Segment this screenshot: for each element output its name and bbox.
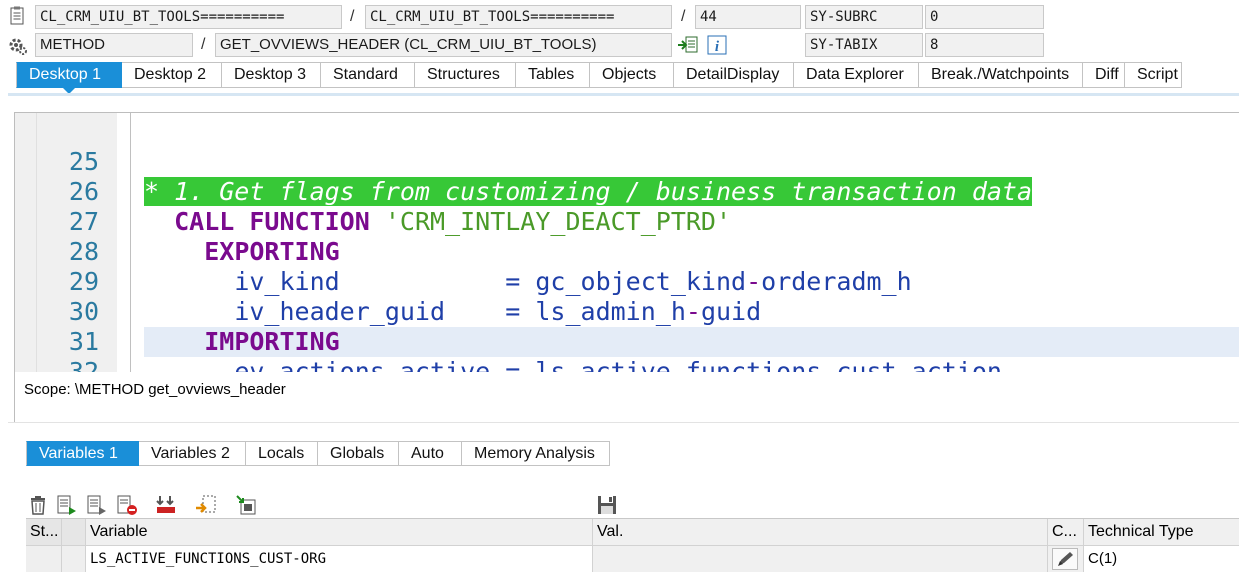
- tab-break-watchpoints[interactable]: Break./Watchpoints: [919, 62, 1083, 88]
- code-line[interactable]: 31 ev_actions_active = ls_active_functio…: [15, 297, 1239, 372]
- cell-status: [62, 546, 86, 572]
- event-name-field: GET_OVVIEWS_HEADER (CL_CRM_UIU_BT_TOOLS): [215, 33, 672, 57]
- info-icon[interactable]: i: [707, 35, 727, 55]
- separator: /: [681, 8, 686, 25]
- cell-change[interactable]: [1048, 546, 1084, 572]
- cell-technical-type: C(1): [1088, 550, 1118, 567]
- code-line[interactable]: 25 * 1. Get flags from customizing / bus…: [15, 117, 1239, 206]
- code-line[interactable]: 26 CALL FUNCTION 'CRM_INTLAY_DEACT_PTRD': [15, 147, 1239, 236]
- tab-objects[interactable]: Objects: [590, 62, 674, 88]
- settings-icon: [8, 36, 28, 56]
- sy-tabix-label: SY-TABIX: [805, 33, 923, 57]
- row-selector-header: [62, 519, 86, 546]
- tab-standard[interactable]: Standard: [321, 62, 415, 88]
- move-icon[interactable]: [155, 494, 177, 516]
- column-header-value[interactable]: Val.: [593, 519, 1048, 546]
- tab-data-explorer[interactable]: Data Explorer: [794, 62, 919, 88]
- program-field: CL_CRM_UIU_BT_TOOLS==========: [35, 5, 342, 29]
- variables-table: St... Variable Val. C... Technical Type …: [26, 518, 1239, 572]
- tab-locals[interactable]: Locals: [246, 441, 318, 466]
- tab-underline: [8, 93, 1239, 96]
- cell-variable-name[interactable]: LS_ACTIVE_FUNCTIONS_CUST-ORG: [86, 546, 593, 572]
- delete-icon[interactable]: [27, 494, 49, 516]
- code-line[interactable]: 30 IMPORTING: [15, 267, 1239, 356]
- code-line[interactable]: 29 iv_header_guid = ls_admin_h-guid: [15, 237, 1239, 326]
- separator: /: [201, 36, 206, 53]
- separator: /: [350, 8, 355, 25]
- tab-detail-display[interactable]: DetailDisplay: [674, 62, 794, 88]
- code-line-current[interactable]: 32 ev_org_active = ls_active_functions_c…: [15, 327, 1239, 372]
- program-icon: [9, 6, 27, 26]
- save-icon[interactable]: [596, 494, 618, 516]
- cell-value[interactable]: [593, 546, 1048, 572]
- column-header-change[interactable]: C...: [1048, 519, 1084, 546]
- insert-variable-icon[interactable]: [56, 494, 78, 516]
- sy-tabix-value: 8: [925, 33, 1044, 57]
- tab-auto[interactable]: Auto: [399, 441, 462, 466]
- navigate-to-source-icon[interactable]: [677, 35, 699, 55]
- tab-script[interactable]: Script: [1125, 62, 1182, 88]
- code-line[interactable]: 28 iv_kind = gc_object_kind-orderadm_h: [15, 207, 1239, 296]
- source-code-editor[interactable]: 25 * 1. Get flags from customizing / bus…: [14, 112, 1239, 372]
- column-header-variable[interactable]: Variable: [86, 519, 593, 546]
- change-icon[interactable]: [195, 494, 217, 516]
- line-field: 44: [695, 5, 801, 29]
- tab-desktop-3[interactable]: Desktop 3: [222, 62, 321, 88]
- tab-diff[interactable]: Diff: [1083, 62, 1125, 88]
- code-line[interactable]: 27 EXPORTING: [15, 177, 1239, 266]
- tab-globals[interactable]: Globals: [318, 441, 399, 466]
- tab-memory-analysis[interactable]: Memory Analysis: [462, 441, 610, 466]
- scope-label: Scope: \METHOD get_ovviews_header: [14, 372, 1239, 422]
- display-icon[interactable]: [235, 494, 257, 516]
- tab-desktop-1[interactable]: Desktop 1: [16, 62, 122, 94]
- desktop-tab-bar: Desktop 1 Desktop 2 Desktop 3 Standard S…: [16, 62, 1182, 94]
- include-field: CL_CRM_UIU_BT_TOOLS==========: [365, 5, 672, 29]
- column-header-technical-type[interactable]: Technical Type: [1084, 519, 1239, 546]
- insert-variable-alt-icon[interactable]: [86, 494, 108, 516]
- tab-structures[interactable]: Structures: [415, 62, 516, 88]
- tab-variables-2[interactable]: Variables 2: [139, 441, 246, 466]
- edit-pencil-icon[interactable]: [1052, 548, 1078, 570]
- tab-variables-1[interactable]: Variables 1: [26, 441, 139, 466]
- variables-tab-bar: Variables 1 Variables 2 Locals Globals A…: [26, 441, 610, 466]
- remove-variable-icon[interactable]: [116, 494, 138, 516]
- tab-tables[interactable]: Tables: [516, 62, 590, 88]
- column-header-status[interactable]: St...: [26, 519, 62, 546]
- sy-subrc-label: SY-SUBRC: [805, 5, 923, 29]
- sy-subrc-value: 0: [925, 5, 1044, 29]
- row-selector[interactable]: [26, 546, 62, 572]
- event-type-field: METHOD: [35, 33, 193, 57]
- tab-desktop-2[interactable]: Desktop 2: [122, 62, 222, 88]
- code-line[interactable]: 33 ev_part_active = ls_active_functions_…: [15, 357, 1239, 372]
